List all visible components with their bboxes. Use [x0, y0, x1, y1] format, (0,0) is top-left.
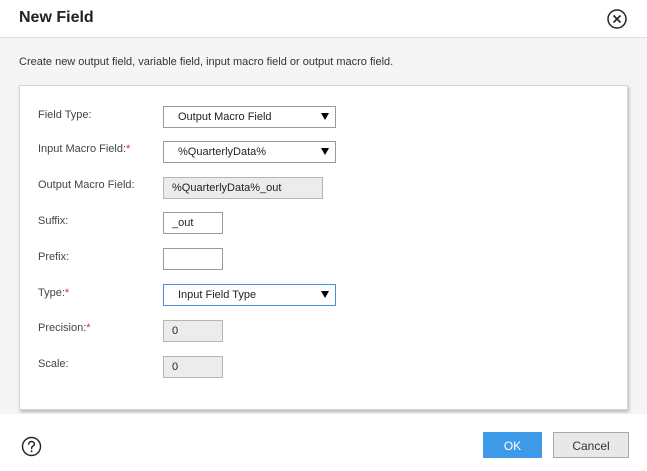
- suffix-label: Suffix:: [38, 215, 68, 227]
- close-button[interactable]: [606, 8, 628, 30]
- type-label: Type:*: [38, 287, 69, 299]
- type-label-text: Type:: [38, 287, 65, 299]
- input-macro-field-label: Input Macro Field:*: [38, 143, 130, 155]
- dialog-header: New Field: [0, 0, 647, 38]
- required-marker: *: [64, 287, 70, 299]
- prefix-label: Prefix:: [38, 251, 69, 263]
- ok-button[interactable]: OK: [483, 432, 542, 458]
- scale-label-text: Scale:: [38, 358, 69, 370]
- field-form-panel: Field Type: Output Macro Field Input Mac…: [19, 85, 628, 410]
- new-field-dialog: New Field Create new output field, varia…: [0, 0, 647, 471]
- scale-input: 0: [163, 356, 223, 378]
- dropdown-caret-icon: [321, 113, 329, 120]
- suffix-input[interactable]: _out: [163, 212, 223, 234]
- output-macro-field-input: %QuarterlyData%_out: [163, 177, 323, 199]
- field-type-select[interactable]: Output Macro Field: [163, 106, 336, 128]
- precision-label-text: Precision:: [38, 322, 87, 334]
- field-type-label: Field Type:: [38, 109, 92, 121]
- dropdown-caret-icon: [321, 148, 329, 155]
- required-marker: *: [126, 143, 131, 155]
- input-macro-field-label-text: Input Macro Field:: [38, 143, 127, 155]
- field-type-label-text: Field Type:: [38, 109, 92, 121]
- help-button[interactable]: [21, 436, 42, 457]
- precision-input: 0: [163, 320, 223, 342]
- cancel-button[interactable]: Cancel: [553, 432, 629, 458]
- dialog-footer: OK Cancel: [0, 414, 647, 471]
- type-value: Input Field Type: [178, 289, 257, 301]
- suffix-label-text: Suffix:: [38, 215, 69, 227]
- required-marker: *: [86, 322, 91, 334]
- type-select[interactable]: Input Field Type: [163, 284, 336, 306]
- output-macro-field-label-text: Output Macro Field:: [38, 179, 135, 191]
- dialog-description: Create new output field, variable field,…: [19, 56, 394, 68]
- dialog-title: New Field: [19, 9, 94, 26]
- input-macro-field-select[interactable]: %QuarterlyData%: [163, 141, 336, 163]
- close-circle-icon: [607, 9, 627, 29]
- scale-label: Scale:: [38, 358, 69, 370]
- dropdown-caret-icon: [321, 291, 329, 298]
- help-circle-icon: [21, 436, 42, 457]
- dialog-body: Create new output field, variable field,…: [0, 38, 647, 414]
- output-macro-field-label: Output Macro Field:: [38, 179, 135, 191]
- prefix-input[interactable]: [163, 248, 223, 270]
- prefix-label-text: Prefix:: [38, 251, 70, 263]
- input-macro-field-value: %QuarterlyData%: [178, 146, 267, 158]
- precision-label: Precision:*: [38, 322, 91, 334]
- field-type-value: Output Macro Field: [178, 111, 272, 123]
